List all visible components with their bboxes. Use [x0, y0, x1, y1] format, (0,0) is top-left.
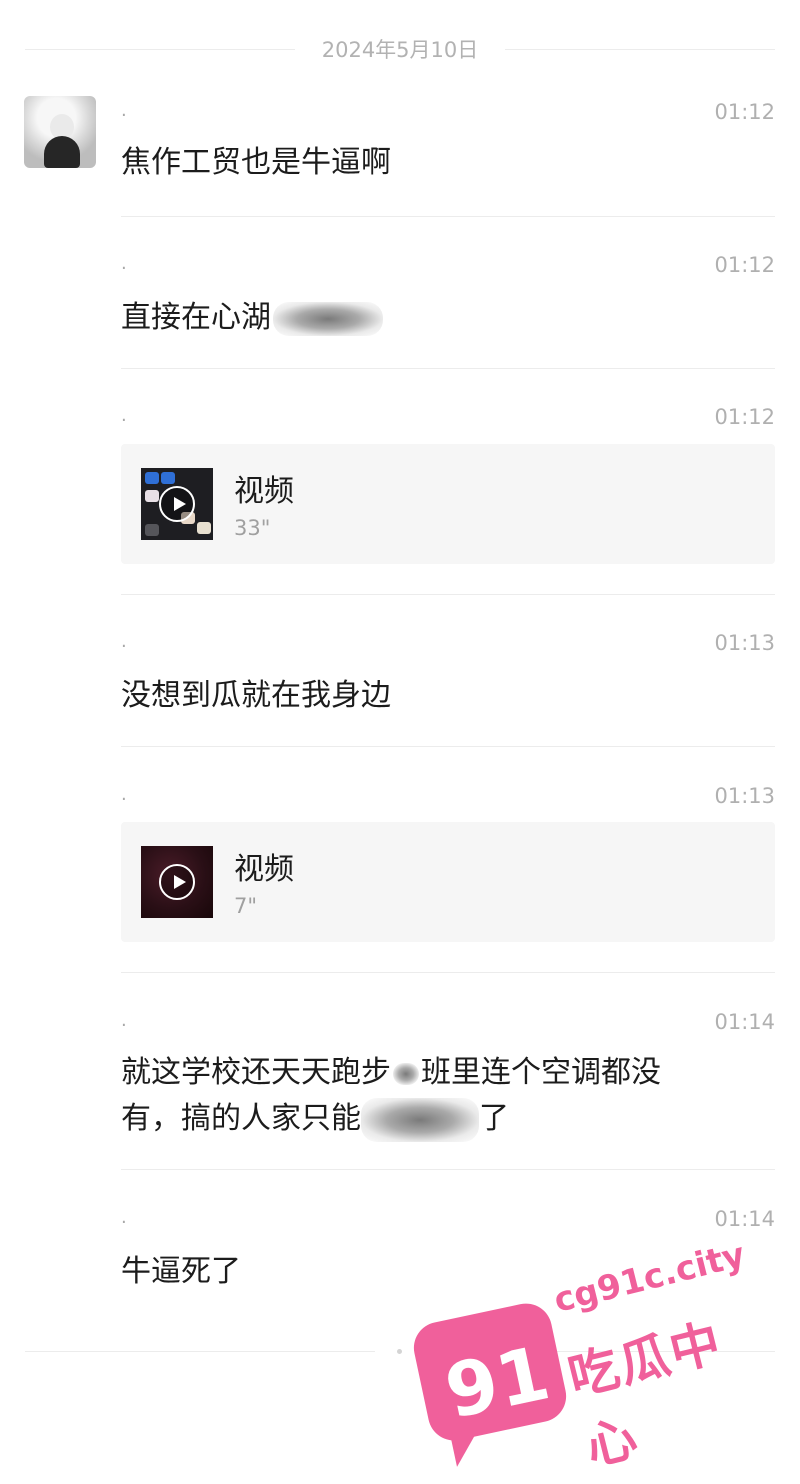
- sender-name: .: [121, 631, 127, 652]
- message-time: 01:14: [714, 1207, 775, 1231]
- redacted-blur: [393, 1062, 419, 1085]
- sender-name: .: [121, 784, 127, 805]
- message-time: 01:12: [714, 253, 775, 277]
- message-text-part: 班里连个空调都没: [421, 1055, 661, 1090]
- sender-name: .: [121, 100, 127, 121]
- message-text-part: 就这学校还天天跑步: [121, 1055, 391, 1090]
- message-divider: [121, 972, 775, 973]
- video-title: 视频: [234, 852, 294, 887]
- message-text: 直接在心湖: [121, 293, 383, 343]
- message-time: 01:13: [714, 631, 775, 655]
- message-divider: [121, 216, 775, 217]
- message-text: 焦作工贸也是牛逼啊: [121, 145, 391, 180]
- watermark-logo: 91 cg91c.city 吃瓜中心: [409, 1235, 760, 1477]
- separator-line: [505, 49, 775, 50]
- video-thumbnail: [141, 846, 213, 918]
- message-divider: [121, 1169, 775, 1170]
- sender-name: .: [121, 1207, 127, 1228]
- message-text-line: 就这学校还天天跑步 班里连个空调都没: [121, 1048, 661, 1098]
- redacted-blur: [273, 301, 383, 336]
- video-thumbnail: [141, 468, 213, 540]
- sender-name: .: [121, 253, 127, 274]
- date-label: 2024年5月10日: [321, 38, 479, 62]
- message-text-part: 有，搞的人家只能: [121, 1101, 361, 1136]
- avatar-figure: [44, 136, 80, 168]
- message-time: 01:13: [714, 784, 775, 808]
- sender-avatar[interactable]: [24, 96, 96, 168]
- message-text-part: 了: [479, 1101, 509, 1136]
- message-time: 01:14: [714, 1010, 775, 1034]
- message-text-visible: 直接在心湖: [121, 300, 271, 335]
- message-divider: [121, 746, 775, 747]
- message-text-line: 有，搞的人家只能 了: [121, 1094, 509, 1144]
- message-text: 没想到瓜就在我身边: [121, 678, 391, 713]
- video-card[interactable]: 视频 7": [121, 822, 775, 942]
- video-card[interactable]: 视频 33": [121, 444, 775, 564]
- sender-name: .: [121, 1010, 127, 1031]
- redacted-blur: [361, 1097, 479, 1142]
- sender-name: .: [121, 405, 127, 426]
- message-divider: [121, 594, 775, 595]
- end-separator-line: [25, 1351, 375, 1352]
- message-text: 牛逼死了: [121, 1254, 241, 1289]
- message-time: 01:12: [714, 100, 775, 124]
- message-divider: [121, 368, 775, 369]
- video-duration: 7": [234, 894, 258, 918]
- message-time: 01:12: [714, 405, 775, 429]
- play-icon: [159, 486, 195, 522]
- date-separator: 2024年5月10日: [25, 36, 775, 64]
- play-icon: [159, 864, 195, 900]
- watermark-name: 吃瓜中心: [562, 1312, 729, 1477]
- video-duration: 33": [234, 516, 271, 540]
- video-title: 视频: [234, 474, 294, 509]
- end-separator-dot: [397, 1349, 402, 1354]
